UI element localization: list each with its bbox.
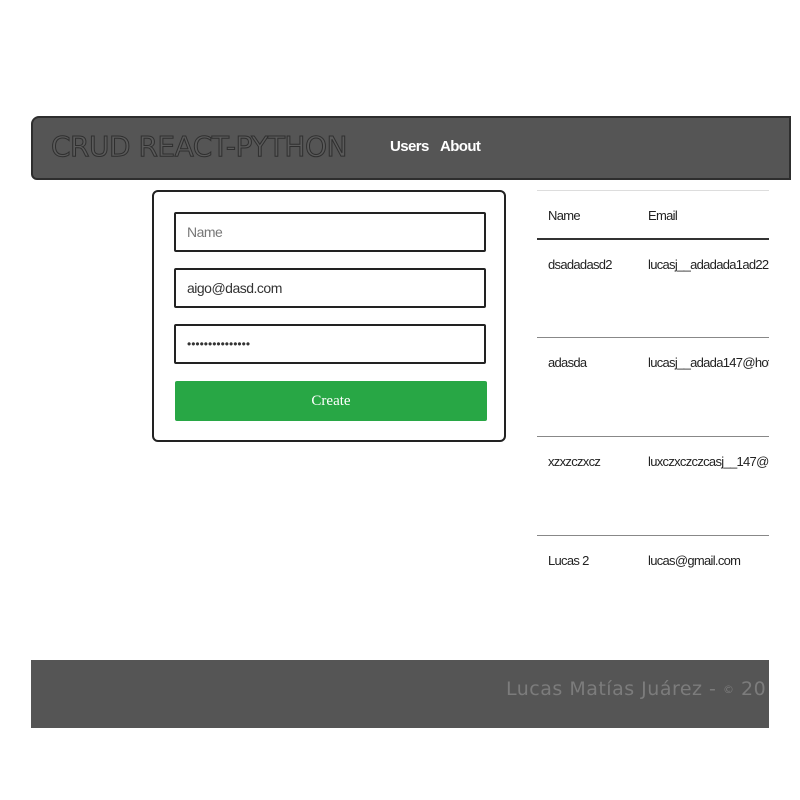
- footer-credit: Lucas Matías Juárez - © 20: [506, 678, 766, 700]
- user-email-cell: lucasj__adadada1ad222: [637, 238, 769, 338]
- table-row: Lucas 2 lucas@gmail.com: [537, 536, 769, 591]
- user-email-cell: luxczxczczcasj__147@: [637, 436, 769, 536]
- email-input[interactable]: [174, 268, 486, 308]
- users-table-container: Name Email dsadadasd2 lucasj__adadada1ad…: [537, 190, 769, 590]
- user-email-cell: lucas@gmail.com: [648, 553, 741, 568]
- table-row: xzxzczxcz luxczxczczcasj__147@: [537, 436, 769, 536]
- password-input[interactable]: [174, 324, 486, 364]
- user-name-cell: dsadadasd2: [537, 238, 637, 338]
- navbar: CRUD REACT-PYTHON Users About: [31, 116, 791, 180]
- user-name-cell: Lucas 2: [548, 553, 589, 568]
- brand-title[interactable]: CRUD REACT-PYTHON: [51, 130, 348, 164]
- footer-year: 20: [741, 678, 767, 700]
- copyright-icon: ©: [722, 683, 735, 696]
- column-header-name: Name: [537, 190, 637, 240]
- column-header-email: Email: [637, 190, 769, 240]
- user-name-cell: xzxzczxcz: [537, 436, 637, 536]
- table-header-row: Name Email: [537, 190, 769, 240]
- user-email-cell: lucasj__adada147@hotmail: [637, 337, 769, 437]
- table-row: adasda lucasj__adada147@hotmail: [537, 337, 769, 437]
- users-table: Name Email dsadadasd2 lucasj__adadada1ad…: [537, 190, 769, 590]
- create-button[interactable]: Create: [175, 381, 487, 421]
- footer: Lucas Matías Juárez - © 20: [31, 660, 769, 728]
- table-row: dsadadasd2 lucasj__adadada1ad222: [537, 238, 769, 338]
- nav-link-about[interactable]: About: [440, 138, 481, 155]
- footer-author: Lucas Matías Juárez -: [506, 678, 723, 700]
- user-name-cell: adasda: [537, 337, 637, 437]
- nav-link-users[interactable]: Users: [390, 138, 429, 155]
- name-input[interactable]: [174, 212, 486, 252]
- user-form: Create: [152, 190, 506, 442]
